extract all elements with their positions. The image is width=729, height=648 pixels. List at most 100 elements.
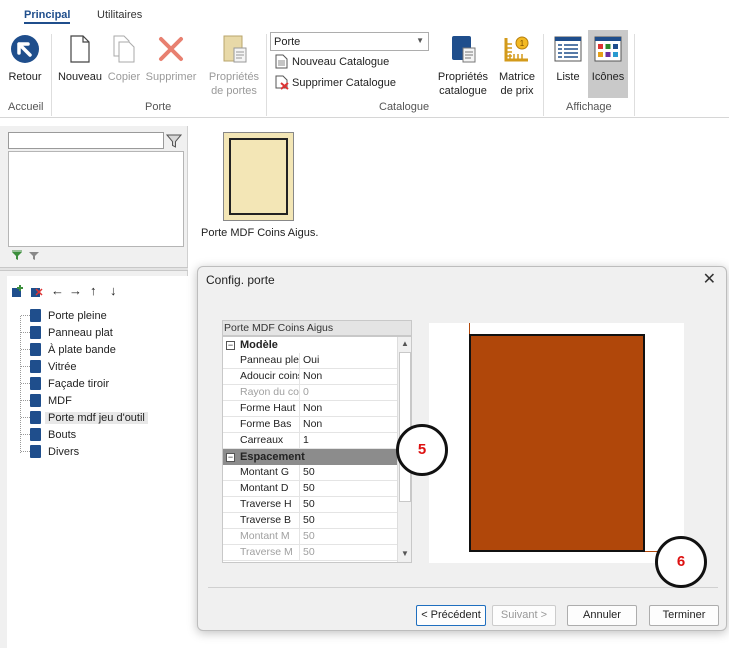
nouveau-catalogue-button[interactable]: Nouveau Catalogue xyxy=(275,54,389,69)
remove-node-icon[interactable] xyxy=(30,285,43,298)
property-row[interactable]: Panneau pleinOui xyxy=(223,353,397,369)
tree-item[interactable]: À plate bande xyxy=(18,341,116,358)
filter-input[interactable] xyxy=(8,132,164,149)
matrice-prix-button[interactable]: 1 Matrice de prix xyxy=(495,34,539,98)
config-dialog: Config. porte ✕ Porte MDF Coins Aigus − M… xyxy=(197,266,727,631)
tree-item[interactable]: Porte pleine xyxy=(18,307,107,324)
liste-button[interactable]: Liste xyxy=(549,30,587,96)
cancel-button[interactable]: Annuler xyxy=(567,605,637,626)
property-key: Montant D xyxy=(223,481,300,496)
nouveau-label: Nouveau xyxy=(57,71,103,83)
scroll-down-icon[interactable]: ▼ xyxy=(399,548,411,560)
tab-utilitaires[interactable]: Utilitaires xyxy=(97,9,142,21)
clear-filter-icon[interactable] xyxy=(28,250,40,262)
property-value[interactable]: 0 xyxy=(300,385,309,400)
property-key: Adoucir coins xyxy=(223,369,300,384)
property-row[interactable]: Montant G 50 xyxy=(223,465,397,481)
property-row[interactable]: Traverse B 50 xyxy=(223,513,397,529)
next-button[interactable]: Suivant > xyxy=(492,605,556,626)
category-espacement[interactable]: − Espacement xyxy=(223,449,397,465)
group-catalogue-label: Catalogue xyxy=(379,101,430,113)
tree-item[interactable]: Bouts xyxy=(18,426,76,443)
move-up-icon[interactable]: ↑ xyxy=(90,283,97,298)
proprietes-portes-button[interactable]: Propriétés de portes xyxy=(204,34,264,98)
property-key: Traverse M xyxy=(223,545,300,560)
supprimer-catalogue-label: Supprimer Catalogue xyxy=(292,76,396,89)
property-row[interactable]: Traverse H 50 xyxy=(223,497,397,513)
door-thumbnail[interactable] xyxy=(223,132,294,221)
tree-item-label: Façade tiroir xyxy=(48,377,110,390)
category-modele[interactable]: − Modèle xyxy=(223,337,397,353)
door-properties-icon xyxy=(223,35,247,63)
proprietes-catalogue-label-2: catalogue xyxy=(439,85,487,97)
tree-item[interactable]: Divers xyxy=(18,443,79,460)
property-value[interactable]: Oui xyxy=(300,353,319,368)
property-value[interactable]: 50 xyxy=(300,529,315,544)
property-row[interactable]: Rayon du coin0 xyxy=(223,385,397,401)
book-icon xyxy=(30,445,41,458)
property-row[interactable]: Carreaux 1 xyxy=(223,433,397,449)
property-row[interactable]: Forme Bas Non xyxy=(223,417,397,433)
move-right-icon[interactable]: → xyxy=(69,283,82,298)
supprimer-button[interactable]: Supprimer xyxy=(144,34,198,84)
property-value[interactable]: 50 xyxy=(300,497,315,512)
tree-item-label: Vitrée xyxy=(48,360,77,373)
book-icon xyxy=(30,394,41,407)
supprimer-label: Supprimer xyxy=(145,71,197,83)
book-icon xyxy=(30,343,41,356)
property-value[interactable]: 50 xyxy=(300,465,315,480)
dialog-title: Config. porte xyxy=(206,273,275,287)
catalogue-properties-icon xyxy=(452,36,476,63)
filter-icon[interactable] xyxy=(166,133,182,149)
finish-button[interactable]: Terminer xyxy=(649,605,719,626)
property-value[interactable]: 1 xyxy=(300,433,309,448)
move-left-icon[interactable]: ← xyxy=(51,283,64,298)
book-icon xyxy=(30,411,41,424)
group-porte-label: Porte xyxy=(145,101,172,113)
property-row[interactable]: Adoucir coins Non xyxy=(223,369,397,385)
catalogue-select[interactable]: Porte ▼ xyxy=(270,32,429,51)
property-grid[interactable]: −Modèle Panneau pleinOuiAdoucir coinsNon… xyxy=(222,336,412,563)
ribbon: Retour Nouveau Copier Supprimer Propriét… xyxy=(0,28,729,118)
retour-button[interactable]: Retour xyxy=(4,34,46,84)
add-node-icon[interactable] xyxy=(11,285,24,298)
tree-item[interactable]: Panneau plat xyxy=(18,324,113,341)
tree-item[interactable]: Porte mdf jeu d'outil xyxy=(18,409,148,426)
splitter[interactable] xyxy=(0,267,188,271)
add-filter-icon[interactable] xyxy=(11,250,23,262)
property-value[interactable]: Non xyxy=(300,401,322,416)
property-value[interactable]: Non xyxy=(300,369,322,384)
tree-item[interactable]: MDF xyxy=(18,392,72,409)
collapse-icon[interactable]: − xyxy=(226,340,235,350)
proprietes-catalogue-button[interactable]: Propriétés catalogue xyxy=(434,34,492,98)
retour-label: Retour xyxy=(8,71,42,83)
tree-item[interactable]: Vitrée xyxy=(18,358,77,375)
tab-principal[interactable]: Principal xyxy=(24,9,71,24)
property-value[interactable]: Non xyxy=(300,417,322,432)
supprimer-catalogue-button[interactable]: Supprimer Catalogue xyxy=(275,75,396,90)
property-row[interactable]: Montant M 50 xyxy=(223,529,397,545)
previous-button[interactable]: < Précédent xyxy=(416,605,486,626)
property-row[interactable]: Traverse M 50 xyxy=(223,545,397,561)
collapse-icon[interactable]: − xyxy=(226,452,235,462)
tree-item-label: À plate bande xyxy=(48,343,116,356)
filter-list[interactable] xyxy=(8,151,184,247)
scroll-up-icon[interactable]: ▲ xyxy=(399,338,411,350)
tree-item-label: Divers xyxy=(48,445,80,458)
list-view-icon xyxy=(554,36,582,62)
delete-catalogue-icon xyxy=(275,75,289,90)
annotation-circle-6: 6 xyxy=(655,536,707,588)
property-value[interactable]: 50 xyxy=(300,513,315,528)
nouveau-button[interactable]: Nouveau xyxy=(56,34,104,84)
move-down-icon[interactable]: ↓ xyxy=(110,283,117,298)
property-row[interactable]: Montant D 50 xyxy=(223,481,397,497)
icones-button[interactable]: Icônes xyxy=(588,30,628,98)
property-row[interactable]: Forme Haut Non xyxy=(223,401,397,417)
copier-button[interactable]: Copier xyxy=(105,34,143,84)
property-value[interactable]: 50 xyxy=(300,481,315,496)
property-key: Rayon du coin xyxy=(223,385,300,400)
icon-view-icon xyxy=(594,36,622,62)
property-value[interactable]: 50 xyxy=(300,545,315,560)
tree-item[interactable]: Façade tiroir xyxy=(18,375,109,392)
close-icon[interactable]: ✕ xyxy=(703,269,716,289)
